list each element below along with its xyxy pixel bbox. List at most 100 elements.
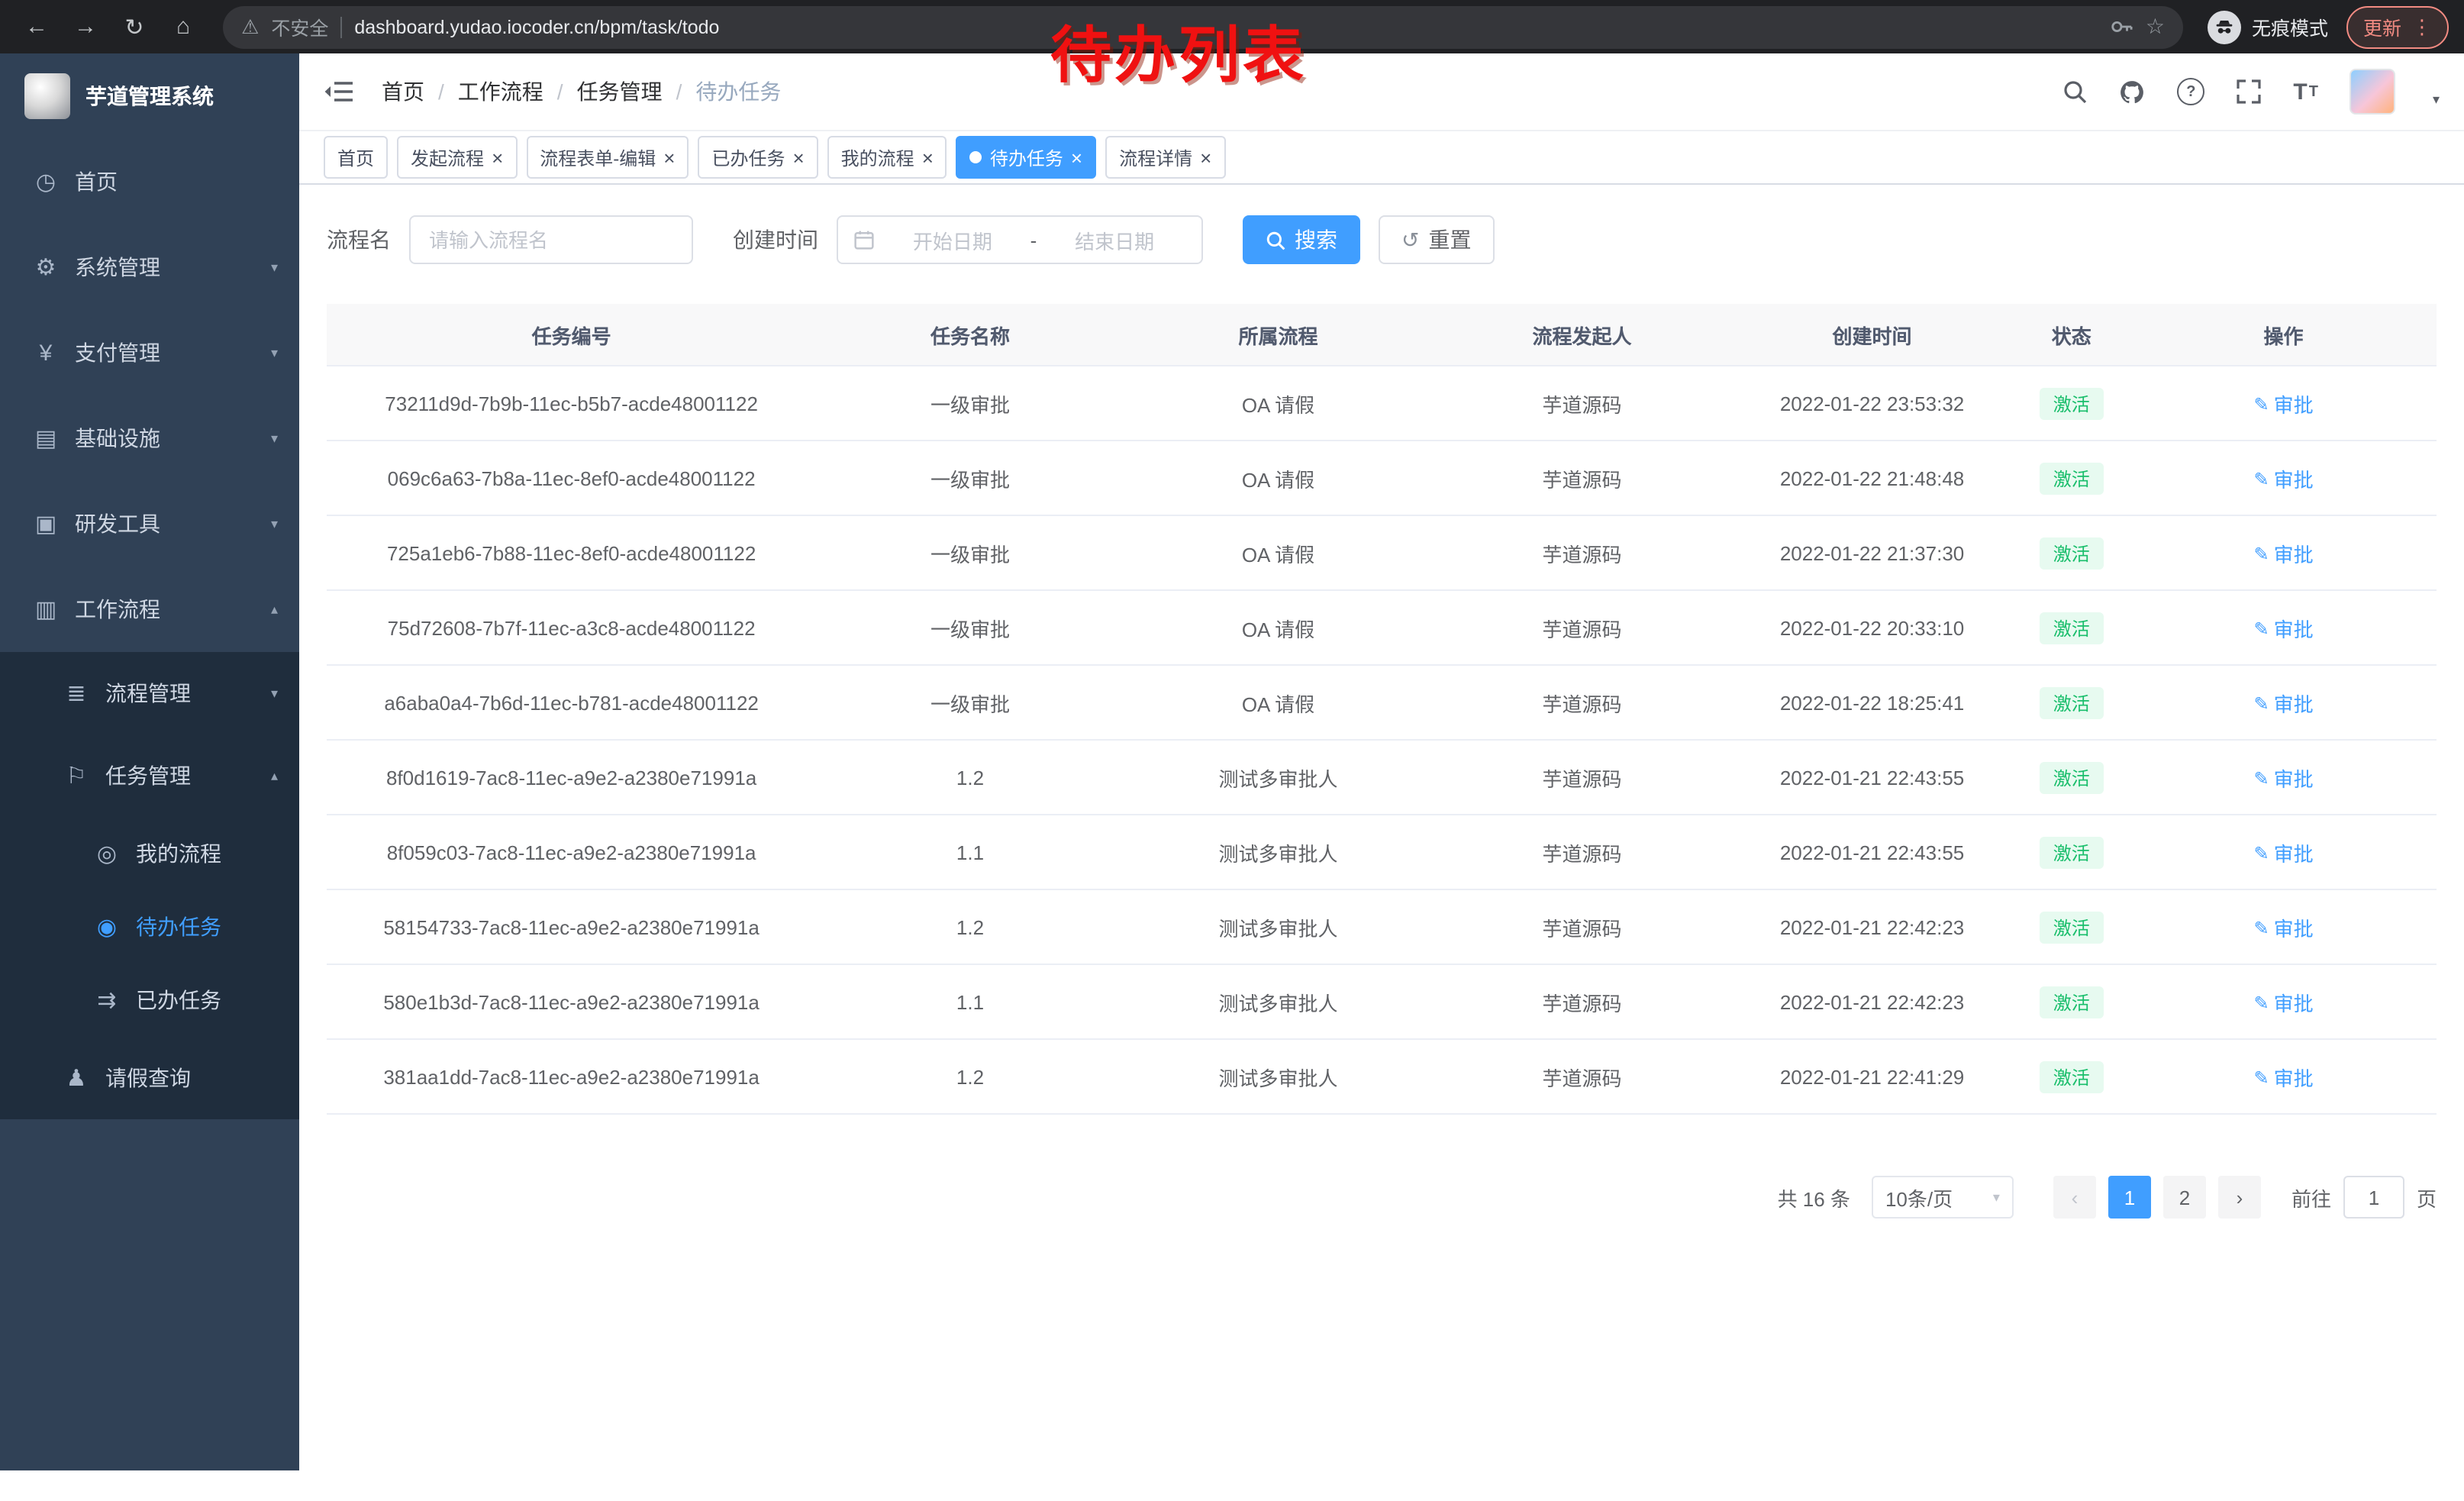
reset-button[interactable]: ↺ 重置 [1379,215,1494,264]
home-icon[interactable]: ⌂ [162,5,205,48]
edit-icon [2253,392,2269,415]
chevron-up-icon [271,767,278,784]
bookmark-star-icon[interactable]: ☆ [2146,14,2165,40]
browser-update-button[interactable]: 更新 ⋮ [2346,5,2449,48]
reload-icon[interactable]: ↻ [113,5,156,48]
breadcrumb-workflow[interactable]: 工作流程 [458,76,543,107]
approve-button[interactable]: 审批 [2253,1062,2313,1091]
tab[interactable]: 已办任务 [698,136,818,179]
approve-button[interactable]: 审批 [2253,912,2313,941]
sidebar-item-process-manage[interactable]: ≣ 流程管理 [0,652,299,734]
approve-button[interactable]: 审批 [2253,763,2313,792]
cell-create-time: 2022-01-22 21:48:48 [1732,441,2013,515]
fullscreen-icon[interactable] [2237,79,2261,104]
close-icon[interactable] [1071,147,1082,167]
calendar-icon [853,229,875,250]
tab[interactable]: 我的流程 [827,136,947,179]
approve-button[interactable]: 审批 [2253,538,2313,567]
cell-starter: 芋道源码 [1432,441,1731,515]
tab[interactable]: 待办任务 [956,136,1096,179]
table-row: 381aa1dd-7ac8-11ec-a9e2-a2380e71991a 1.2… [327,1039,2437,1114]
cell-task-id: 069c6a63-7b8a-11ec-8ef0-acde48001122 [327,441,816,515]
prev-page-button[interactable]: ‹ [2053,1176,2096,1219]
cell-create-time: 2022-01-22 20:33:10 [1732,590,2013,665]
sidebar-item-infrastructure[interactable]: ▤ 基础设施 [0,395,299,481]
cell-process: 测试多审批人 [1124,815,1433,889]
avatar-caret-icon[interactable]: ▾ [2433,92,2440,115]
github-icon[interactable] [2119,79,2145,105]
date-range-picker[interactable]: 开始日期 - 结束日期 [837,215,1203,264]
breadcrumb-task-manage[interactable]: 任务管理 [577,76,663,107]
approve-button[interactable]: 审批 [2253,389,2313,418]
next-page-button[interactable]: › [2218,1176,2261,1219]
tab[interactable]: 流程详情 [1105,136,1225,179]
search-icon[interactable] [2062,79,2087,104]
app-title: 芋道管理系统 [85,81,214,111]
table-row: 580e1b3d-7ac8-11ec-a9e2-a2380e71991a 1.1… [327,964,2437,1039]
forward-icon[interactable]: → [64,5,107,48]
sidebar-item-done-tasks[interactable]: ⇉ 已办任务 [0,964,299,1037]
tab[interactable]: 流程表单-编辑 [526,136,689,179]
chevron-down-icon [271,259,278,276]
breadcrumb-home[interactable]: 首页 [382,76,424,107]
sidebar-collapse-icon[interactable] [324,75,357,108]
back-icon[interactable]: ← [15,5,58,48]
tab[interactable]: 首页 [324,136,388,179]
approve-button[interactable]: 审批 [2253,688,2313,717]
sidebar-item-workflow[interactable]: ▥ 工作流程 [0,567,299,652]
close-icon[interactable] [492,147,503,167]
approve-button[interactable]: 审批 [2253,463,2313,492]
address-bar[interactable]: ⚠ 不安全 dashboard.yudao.iocoder.cn/bpm/tas… [223,5,2183,48]
cell-task-id: a6aba0a4-7b6d-11ec-b781-acde48001122 [327,665,816,740]
search-button[interactable]: 搜索 [1243,215,1360,264]
cell-create-time: 2022-01-21 22:43:55 [1732,740,2013,815]
sidebar-item-task-manage[interactable]: ⚐ 任务管理 [0,734,299,817]
edit-icon [2253,841,2269,863]
workflow-icon: ▥ [31,596,61,623]
close-icon[interactable] [1200,147,1211,167]
pagination: 共 16 条 10条/页 ▾ ‹ 1 2 › 前往 页 [327,1176,2437,1219]
process-name-input[interactable] [409,215,693,264]
edit-icon [2253,691,2269,714]
approve-button[interactable]: 审批 [2253,613,2313,642]
cell-task-name: 一级审批 [816,441,1124,515]
user-avatar[interactable] [2350,69,2396,115]
page-size-select[interactable]: 10条/页 ▾ [1872,1176,2014,1219]
sidebar-item-home[interactable]: ◷ 首页 [0,139,299,224]
sidebar-item-system[interactable]: ⚙ 系统管理 [0,224,299,310]
person-icon: ♟ [61,1064,92,1092]
status-badge: 激活 [2040,1060,2104,1093]
cell-task-id: 73211d9d-7b9b-11ec-b5b7-acde48001122 [327,366,816,441]
approve-button[interactable]: 审批 [2253,838,2313,867]
goto-page-input[interactable] [2343,1176,2404,1219]
cell-process: 测试多审批人 [1124,1039,1433,1114]
todo-task-table: 任务编号 任务名称 所属流程 流程发起人 创建时间 状态 操作 73211 [327,304,2437,1115]
help-icon[interactable] [2177,78,2204,105]
sidebar-item-todo-tasks[interactable]: ◉ 待办任务 [0,890,299,964]
table-row: 069c6a63-7b8a-11ec-8ef0-acde48001122 一级审… [327,441,2437,515]
active-dot-icon [970,151,982,163]
goto-label: 前往 [2291,1183,2331,1212]
status-badge: 激活 [2040,836,2104,868]
page-button-2[interactable]: 2 [2163,1176,2206,1219]
cell-task-id: 580e1b3d-7ac8-11ec-a9e2-a2380e71991a [327,964,816,1039]
start-date-placeholder: 开始日期 [881,225,1024,254]
password-key-icon[interactable] [2111,15,2133,38]
sidebar-item-devtools[interactable]: ▣ 研发工具 [0,481,299,567]
sidebar-item-payment[interactable]: ¥ 支付管理 [0,310,299,395]
range-separator: - [1024,228,1043,251]
approve-button[interactable]: 审批 [2253,987,2313,1016]
tab[interactable]: 发起流程 [397,136,517,179]
close-icon[interactable] [922,147,934,167]
edit-icon [2253,915,2269,938]
close-icon[interactable] [663,147,675,167]
cell-task-name: 1.2 [816,1039,1124,1114]
table-row: 725a1eb6-7b88-11ec-8ef0-acde48001122 一级审… [327,515,2437,590]
sidebar-item-leave-query[interactable]: ♟ 请假查询 [0,1037,299,1119]
menu-dots-icon[interactable]: ⋮ [2412,15,2432,39]
close-icon[interactable] [792,147,804,167]
sidebar-item-my-process[interactable]: ◎ 我的流程 [0,817,299,890]
page-button-1[interactable]: 1 [2108,1176,2151,1219]
font-size-icon[interactable] [2293,79,2318,105]
my-process-icon: ◎ [92,840,122,867]
